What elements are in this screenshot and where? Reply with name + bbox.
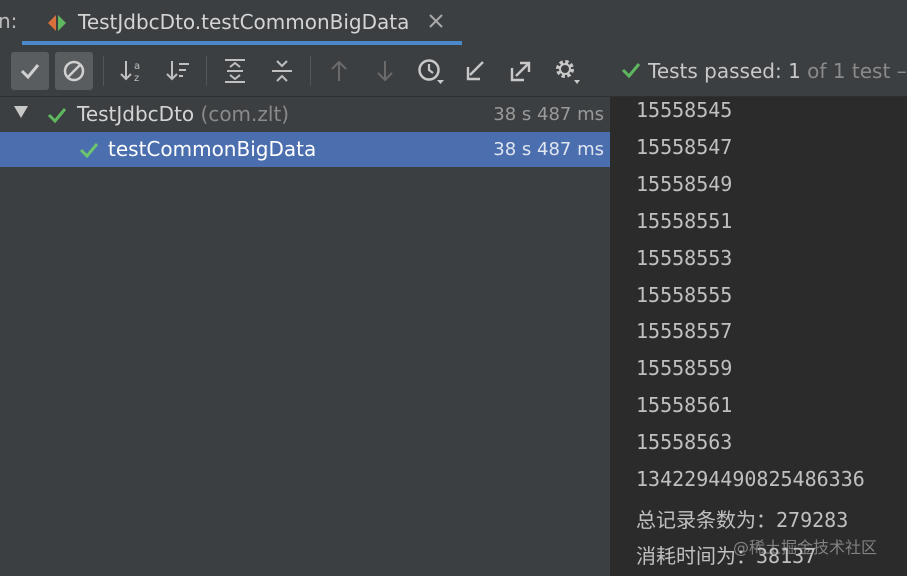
watermark: @稀土掘金技术社区	[733, 538, 878, 557]
arrow-up-icon	[331, 60, 347, 81]
console-line: 15558545	[636, 98, 733, 122]
tree-node-label: TestJdbcDto (com.zlt)	[77, 102, 290, 126]
svg-text:z: z	[134, 73, 139, 84]
console-line: 15558559	[636, 356, 733, 380]
console-line: 15558557	[636, 319, 733, 343]
console-output[interactable]: 15558545 15558547 15558549 15558551 1555…	[612, 97, 907, 576]
console-line: 15558563	[636, 430, 733, 454]
console-line: 总记录条数为：279283	[636, 508, 849, 532]
status-total: of 1 test –	[807, 59, 907, 83]
console-line: 15558555	[636, 283, 733, 307]
check-icon	[621, 63, 641, 79]
toolbar-separator	[103, 56, 104, 86]
console-line: 15558549	[636, 172, 733, 196]
ignored-icon	[63, 60, 85, 82]
active-tab-indicator	[22, 41, 462, 45]
import-tests-button[interactable]	[457, 52, 495, 90]
test-history-button[interactable]	[412, 52, 450, 90]
expand-all-icon	[225, 59, 245, 83]
test-tree: TestJdbcDto (com.zlt) 38 s 487 ms testCo…	[0, 97, 610, 576]
package-name: (com.zlt)	[200, 102, 290, 126]
tree-node-label: testCommonBigData	[108, 137, 317, 161]
close-icon[interactable]	[426, 11, 446, 31]
test-passed-icon	[47, 108, 67, 124]
sort-alpha-icon: a z	[120, 61, 140, 84]
import-icon	[466, 61, 484, 81]
next-failed-button[interactable]	[366, 52, 404, 90]
run-tool-window: n: TestJdbcDto.testCommonBigData a z Tes…	[0, 0, 907, 576]
expand-arrow-icon[interactable]	[14, 106, 28, 118]
clock-icon	[418, 59, 444, 84]
sort-alphabetically-button[interactable]: a z	[113, 52, 151, 90]
previous-failed-button[interactable]	[320, 52, 358, 90]
expand-all-button[interactable]	[216, 52, 254, 90]
svg-text:a: a	[134, 61, 140, 72]
test-duration: 38 s 487 ms	[493, 104, 604, 125]
console-line: 15558553	[636, 246, 733, 270]
console-line: 15558561	[636, 393, 733, 417]
settings-button[interactable]	[548, 52, 586, 90]
tree-node-testcommonbigdata[interactable]: testCommonBigData 38 s 487 ms	[0, 132, 610, 167]
test-passed-icon	[79, 143, 99, 159]
toolbar-separator	[310, 56, 311, 86]
status-count: 1	[788, 59, 801, 83]
run-config-icon	[48, 15, 66, 31]
run-label: n:	[0, 9, 18, 33]
sort-by-duration-button[interactable]	[159, 52, 197, 90]
test-duration: 38 s 487 ms	[493, 139, 604, 160]
collapse-all-icon	[272, 60, 292, 82]
test-status: Tests passed: 1 of 1 test –	[620, 59, 907, 83]
sort-duration-icon	[166, 61, 189, 81]
collapse-all-button[interactable]	[263, 52, 301, 90]
export-tests-button[interactable]	[502, 52, 540, 90]
toolbar-separator	[206, 56, 207, 86]
tab-title: TestJdbcDto.testCommonBigData	[78, 10, 410, 34]
check-icon	[20, 64, 40, 80]
export-icon	[510, 61, 531, 82]
arrow-down-icon	[377, 61, 393, 82]
console-line: 15558547	[636, 135, 733, 159]
status-label: Tests passed:	[648, 59, 782, 83]
gear-icon	[556, 60, 580, 84]
show-passed-button[interactable]	[11, 52, 49, 90]
tab-bar: n: TestJdbcDto.testCommonBigData	[0, 0, 907, 46]
console-line: 15558551	[636, 209, 733, 233]
tree-node-testjdbcdto[interactable]: TestJdbcDto (com.zlt) 38 s 487 ms	[0, 97, 610, 132]
tab-testjdbcdto[interactable]: TestJdbcDto.testCommonBigData	[22, 0, 462, 46]
show-ignored-button[interactable]	[55, 52, 93, 90]
console-line: 1342294490825486336	[636, 467, 865, 491]
test-runner-toolbar: a z Tests passed: 1 of 1 test –	[0, 46, 907, 97]
